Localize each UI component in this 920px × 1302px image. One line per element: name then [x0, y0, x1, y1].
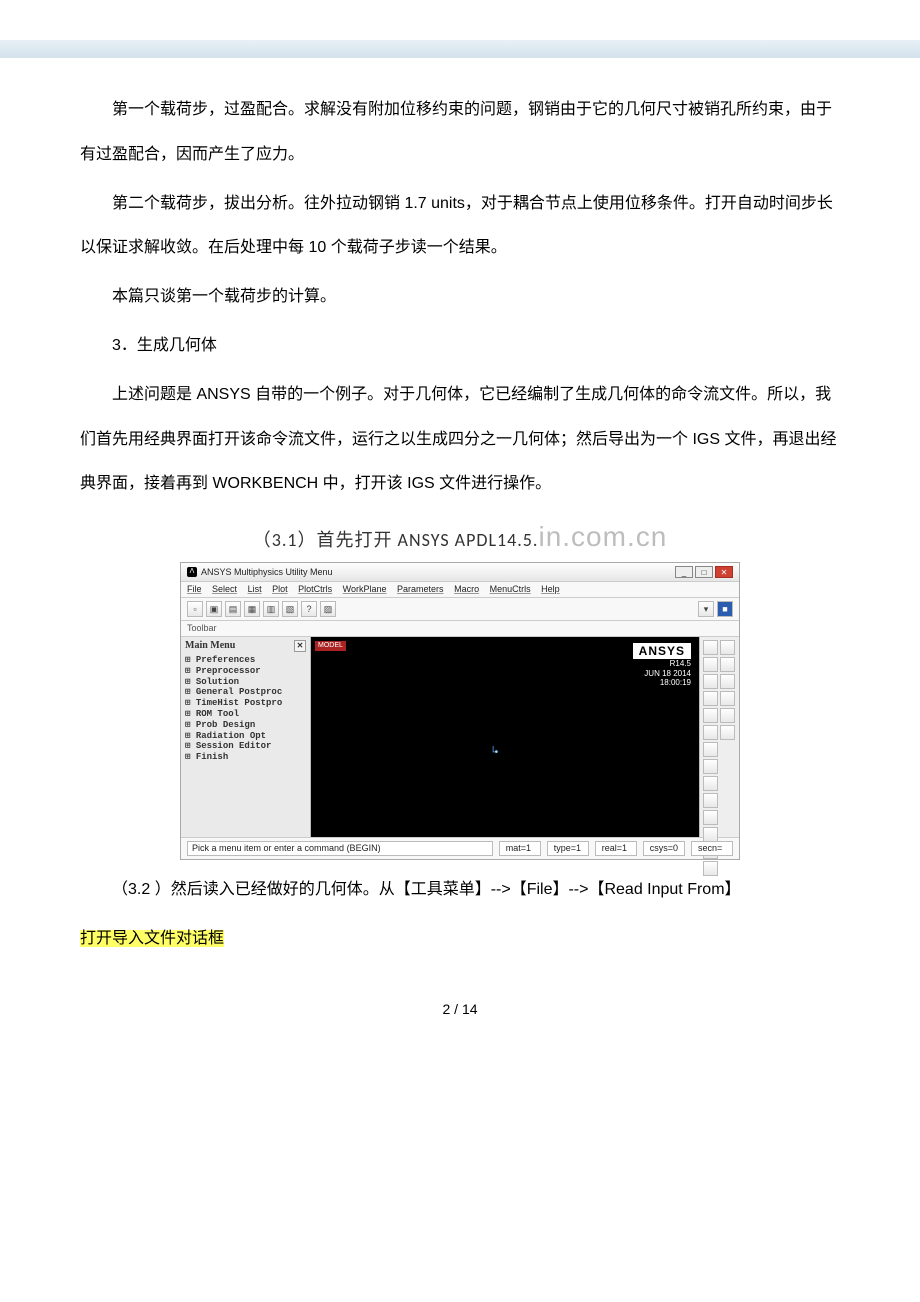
view-icon[interactable]: [720, 691, 735, 706]
view-icon[interactable]: [703, 759, 718, 774]
top-highlight-band: [0, 40, 920, 58]
view-icon[interactable]: [703, 691, 718, 706]
zoom-icon[interactable]: [703, 810, 718, 825]
menu-plotctrls[interactable]: PlotCtrls: [298, 584, 332, 594]
close-button[interactable]: ✕: [715, 566, 733, 578]
tree-session-editor[interactable]: ⊞ Session Editor: [185, 741, 306, 752]
step-3-1-text: （3.1）首先打开 ANSYS APDL14.5.: [253, 529, 539, 551]
menu-list[interactable]: List: [248, 584, 262, 594]
status-real: real=1: [595, 841, 637, 856]
standard-toolbar: ▫ ▣ ▤ ▦ ▥ ▧ ? ▨ ▾ ■: [181, 598, 739, 621]
tree-finish[interactable]: ⊞ Finish: [185, 752, 306, 763]
section-heading-3: 3．生成几何体: [80, 324, 840, 369]
status-bar: Pick a menu item or enter a command (BEG…: [181, 837, 739, 859]
step-3-2-line1: （3.2 ）然后读入已经做好的几何体。从【工具菜单】-->【File】-->【R…: [80, 868, 840, 913]
gfx-time: 18:00:19: [644, 678, 691, 688]
view-icon[interactable]: [703, 674, 718, 689]
open-icon[interactable]: ▣: [206, 601, 222, 617]
view-icon[interactable]: [720, 657, 735, 672]
tree-preprocessor[interactable]: ⊞ Preprocessor: [185, 666, 306, 677]
image-icon[interactable]: ▨: [320, 601, 336, 617]
gfx-ansys-brand: ANSYS: [633, 643, 691, 659]
view-icon[interactable]: [703, 742, 718, 757]
tree-general-postproc[interactable]: ⊞ General Postproc: [185, 687, 306, 698]
watermark-suffix: in.com.cn: [538, 521, 667, 552]
step-3-2-highlight: 打开导入文件对话框: [80, 930, 224, 947]
tree-timehist-postpro[interactable]: ⊞ TimeHist Postpro: [185, 698, 306, 709]
status-mat: mat=1: [499, 841, 541, 856]
maximize-button[interactable]: □: [695, 566, 713, 578]
save-icon[interactable]: ▤: [225, 601, 241, 617]
gfx-model-badge: MODEL: [315, 641, 346, 651]
menu-bar: File Select List Plot PlotCtrls WorkPlan…: [181, 582, 739, 598]
tree-close-icon[interactable]: ✕: [294, 640, 306, 652]
page-footer: 2 / 14: [80, 1001, 840, 1018]
gfx-version-block: R14.5 JUN 18 2014 18:00:19: [644, 659, 691, 688]
watermark-line: （3.1）首先打开 ANSYS APDL14.5.in.com.cn: [80, 517, 840, 556]
report-icon[interactable]: ▧: [282, 601, 298, 617]
view-icon[interactable]: [703, 640, 718, 655]
gfx-version: R14.5: [644, 659, 691, 669]
menu-workplane[interactable]: WorkPlane: [343, 584, 387, 594]
main-menu-tree: Main Menu ✕ ⊞ Preferences ⊞ Preprocessor…: [181, 637, 311, 837]
dropdown-icon[interactable]: ▾: [698, 601, 714, 617]
print-icon[interactable]: ▥: [263, 601, 279, 617]
view-toolbar: [699, 637, 739, 837]
graphics-window[interactable]: MODEL ANSYS R14.5 JUN 18 2014 18:00:19 •: [311, 637, 699, 837]
view-icon[interactable]: [703, 657, 718, 672]
view-icon[interactable]: [703, 776, 718, 791]
view-icon[interactable]: [703, 725, 718, 740]
main-client-area: Main Menu ✕ ⊞ Preferences ⊞ Preprocessor…: [181, 637, 739, 837]
view-icon[interactable]: [703, 793, 718, 808]
tree-rom-tool[interactable]: ⊞ ROM Tool: [185, 709, 306, 720]
step-3-2-line2: 打开导入文件对话框: [80, 917, 840, 962]
window-title: ANSYS Multiphysics Utility Menu: [201, 567, 333, 578]
command-prompt[interactable]: Pick a menu item or enter a command (BEG…: [187, 841, 493, 856]
ansys-screenshot: Λ ANSYS Multiphysics Utility Menu _ □ ✕ …: [180, 562, 740, 859]
tree-radiation-opt[interactable]: ⊞ Radiation Opt: [185, 731, 306, 742]
status-secn: secn=: [691, 841, 733, 856]
tree-solution[interactable]: ⊞ Solution: [185, 677, 306, 688]
toolbar-label: Toolbar: [181, 621, 739, 637]
minimize-button[interactable]: _: [675, 566, 693, 578]
view-icon[interactable]: [720, 708, 735, 723]
gfx-date: JUN 18 2014: [644, 669, 691, 679]
menu-plot[interactable]: Plot: [272, 584, 288, 594]
tree-title: Main Menu: [185, 640, 235, 652]
menu-macro[interactable]: Macro: [454, 584, 479, 594]
view-icon[interactable]: [703, 708, 718, 723]
pan-icon[interactable]: ▦: [244, 601, 260, 617]
status-csys: csys=0: [643, 841, 685, 856]
menu-file[interactable]: File: [187, 584, 202, 594]
paragraph-load-step-1: 第一个载荷步，过盈配合。求解没有附加位移约束的问题，钢销由于它的几何尺寸被销孔所…: [80, 88, 840, 178]
blue-tool-icon[interactable]: ■: [717, 601, 733, 617]
ansys-logo-icon: Λ: [187, 567, 197, 577]
paragraph-load-step-2: 第二个载荷步，拔出分析。往外拉动钢销 1.7 units，对于耦合节点上使用位移…: [80, 182, 840, 272]
paragraph-scope: 本篇只谈第一个载荷步的计算。: [80, 275, 840, 320]
view-icon[interactable]: [720, 674, 735, 689]
menu-parameters[interactable]: Parameters: [397, 584, 444, 594]
window-titlebar: Λ ANSYS Multiphysics Utility Menu _ □ ✕: [181, 563, 739, 582]
tree-prob-design[interactable]: ⊞ Prob Design: [185, 720, 306, 731]
new-icon[interactable]: ▫: [187, 601, 203, 617]
view-icon[interactable]: [720, 640, 735, 655]
menu-select[interactable]: Select: [212, 584, 237, 594]
tree-preferences[interactable]: ⊞ Preferences: [185, 655, 306, 666]
help-icon[interactable]: ?: [301, 601, 317, 617]
menu-help[interactable]: Help: [541, 584, 560, 594]
zoom-icon[interactable]: [703, 827, 718, 842]
coordinate-triad-icon: •: [489, 747, 498, 759]
view-icon[interactable]: [720, 725, 735, 740]
paragraph-geometry-explanation: 上述问题是 ANSYS 自带的一个例子。对于几何体，它已经编制了生成几何体的命令…: [80, 373, 840, 507]
menu-menuctrls[interactable]: MenuCtrls: [490, 584, 531, 594]
status-type: type=1: [547, 841, 589, 856]
